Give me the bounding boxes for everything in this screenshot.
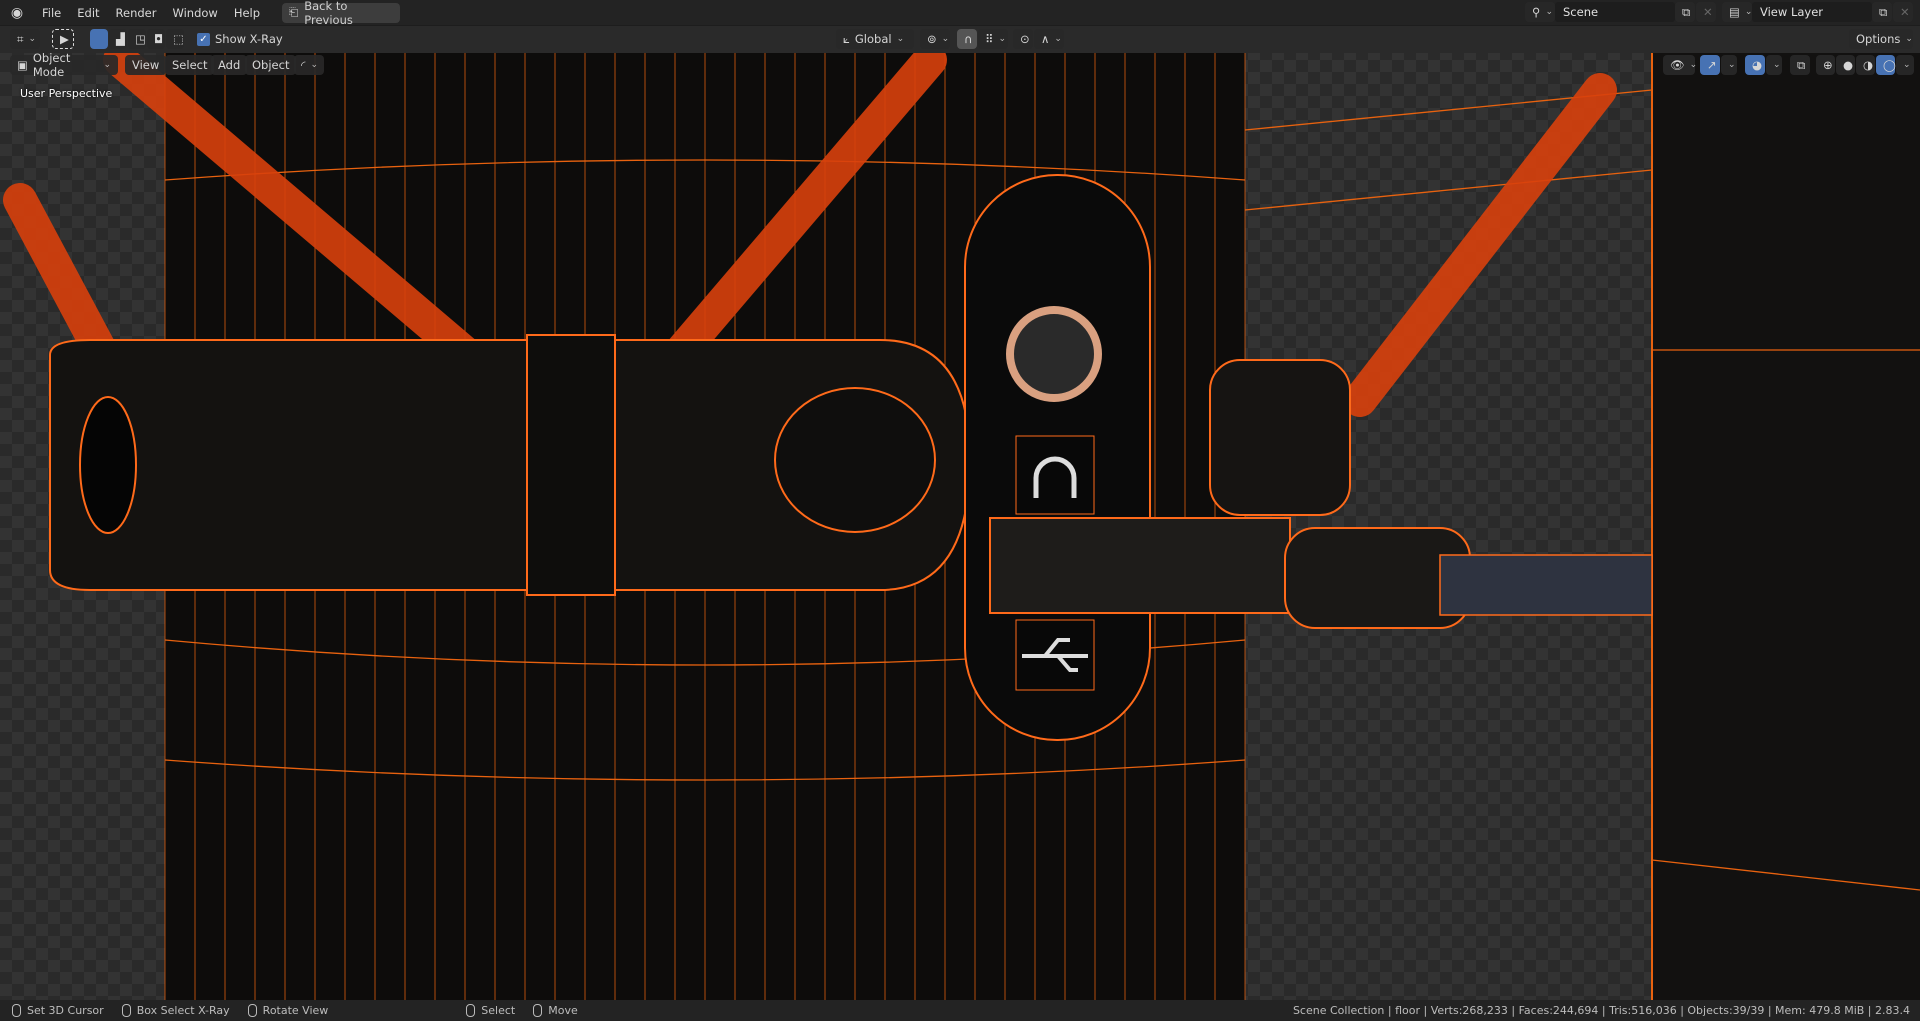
menu-select[interactable]: Select	[165, 55, 215, 75]
blender-logo-icon[interactable]: ◉	[0, 5, 34, 21]
menu-view[interactable]: View	[125, 55, 167, 75]
hint-box-select: Box Select X-Ray	[121, 1004, 230, 1017]
falloff-dropdown[interactable]: ∧ ⌄	[1034, 29, 1064, 49]
mouse-drag-icon	[121, 1004, 131, 1017]
snap-toggle[interactable]: ∩	[957, 29, 977, 49]
shading-dropdown[interactable]: ⌄	[1896, 55, 1914, 75]
overlays-toggle[interactable]: ◕	[1745, 55, 1765, 75]
options-dropdown[interactable]: Options ⌄	[1849, 29, 1913, 49]
mouse-left-icon	[12, 1004, 21, 1017]
mouse-left-icon	[466, 1004, 476, 1017]
visibility-dropdown[interactable]: 👁 ⌄	[1663, 55, 1697, 75]
transform-orientation-dropdown[interactable]: ⟀ Global ⌄	[836, 29, 914, 49]
delete-view-layer-button[interactable]: ✕	[1893, 2, 1913, 22]
hint-set-3d-cursor: Set 3D Cursor	[12, 1004, 104, 1017]
menu-help[interactable]: Help	[226, 6, 268, 20]
object-mode-icon: ▣	[17, 58, 28, 72]
mode-intersect-button[interactable]: ⬚	[166, 29, 184, 49]
back-to-previous-button[interactable]: ⎗ Back to Previous	[282, 0, 401, 27]
hint-rotate-view: Rotate View	[247, 1004, 328, 1017]
gizmo-dropdown[interactable]: ⌄	[1721, 55, 1737, 75]
editor-type-button[interactable]: ⌗ ⌄	[10, 29, 40, 49]
3d-viewport[interactable]	[0, 53, 1920, 1000]
right-pillar	[1652, 53, 1920, 1000]
shading-material-button[interactable]: ◑	[1856, 55, 1875, 75]
shading-extra-dropdown[interactable]: ◜ ⌄	[294, 55, 324, 75]
pivot-point-dropdown[interactable]: ⊚ ⌄	[920, 29, 950, 49]
overlays-dropdown[interactable]: ⌄	[1766, 55, 1782, 75]
orientation-axes-icon: ⟀	[843, 31, 850, 46]
snap-target-dropdown[interactable]: ⠿ ⌄	[978, 29, 1008, 49]
status-bar: Set 3D Cursor Box Select X-Ray Rotate Vi…	[0, 1000, 1920, 1021]
xray-checkbox[interactable]: ✓	[197, 32, 210, 46]
proportional-edit-toggle[interactable]: ⊙	[1013, 29, 1033, 49]
menu-edit[interactable]: Edit	[69, 6, 107, 20]
view-perspective-label: User Perspective	[20, 87, 113, 100]
mode-invert-button[interactable]: ◘	[147, 29, 165, 49]
viewport-scene	[0, 53, 1920, 1000]
delete-scene-button[interactable]: ✕	[1696, 2, 1716, 22]
hint-select: Select	[466, 1004, 515, 1017]
show-xray-toggle[interactable]: ✓ Show X-Ray	[190, 29, 290, 49]
menu-object[interactable]: Object	[245, 55, 297, 75]
gizmo-toggle[interactable]: ↗	[1700, 55, 1720, 75]
menu-window[interactable]: Window	[164, 6, 225, 20]
menu-file[interactable]: File	[34, 6, 69, 20]
shading-solid-button[interactable]: ●	[1836, 55, 1855, 75]
mode-subtract-button[interactable]: ◳	[128, 29, 146, 49]
mouse-middle-icon	[247, 1004, 257, 1017]
mode-extend-button[interactable]: ▟	[109, 29, 127, 49]
back-screen-icon: ⎗	[289, 5, 299, 19]
scene-statistics: Scene Collection | floor | Verts:268,233…	[1292, 1004, 1910, 1017]
menu-render[interactable]: Render	[108, 6, 165, 20]
scene-selector-icon[interactable]: ⚲ ⌄	[1525, 2, 1555, 22]
shading-wireframe-button[interactable]: ⊕	[1816, 55, 1835, 75]
view-layer-field[interactable]: View Layer	[1752, 2, 1872, 22]
hint-move: Move	[533, 1004, 578, 1017]
view-layer-icon[interactable]: ▤ ⌄	[1722, 2, 1752, 22]
new-scene-button[interactable]: ⧉	[1675, 2, 1695, 22]
mouse-drag-icon	[533, 1004, 543, 1017]
select-tool-button[interactable]: ▶	[52, 29, 74, 49]
menu-add[interactable]: Add	[211, 55, 248, 75]
shading-rendered-button[interactable]: ◯	[1876, 55, 1896, 75]
new-view-layer-button[interactable]: ⧉	[1872, 2, 1892, 22]
scene-field[interactable]: Scene	[1555, 2, 1675, 22]
mode-new-selection-button[interactable]	[90, 29, 108, 49]
object-mode-dropdown[interactable]: ▣ Object Mode ⌄	[10, 51, 118, 79]
xray-toggle[interactable]: ⧉	[1790, 55, 1810, 75]
